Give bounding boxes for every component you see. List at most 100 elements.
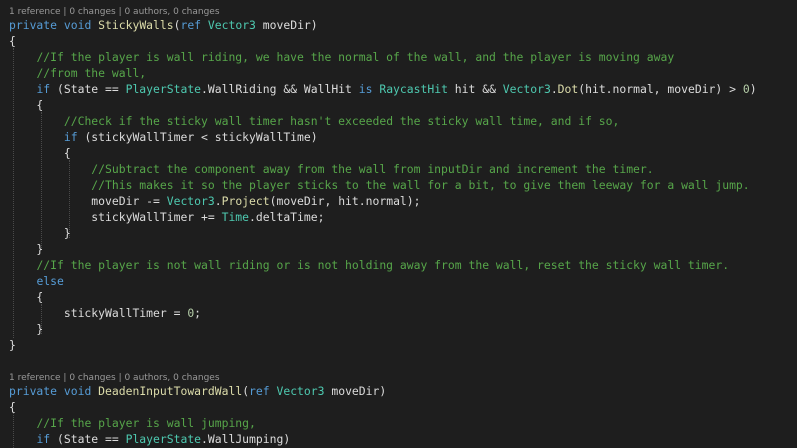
code-line: if (State == PlayerState.WallJumping)	[0, 431, 797, 447]
code-text: stickyWallTimer +=	[9, 210, 222, 224]
code-line: //from the wall,	[0, 65, 797, 81]
code-line: moveDir -= Vector3.Project(moveDir, hit.…	[0, 193, 797, 209]
type-name: RaycastHit	[379, 82, 448, 96]
code-text: )	[749, 82, 757, 96]
code-text: stickyWallTimer =	[9, 306, 188, 320]
code-line: stickyWallTimer = 0;	[0, 305, 797, 321]
code-comment: //If the player is not wall riding or is…	[36, 258, 730, 272]
code-text: }	[9, 242, 44, 256]
code-text: }	[9, 322, 44, 336]
keyword-if: if	[63, 130, 78, 144]
code-comment: //Subtract the component away from the w…	[91, 162, 654, 176]
code-text: {	[9, 290, 44, 304]
code-text: moveDir)	[255, 18, 318, 32]
method-name: DeadenInputTowardWall	[98, 384, 243, 398]
code-text: (stickyWallTimer < stickyWallTime)	[77, 130, 318, 144]
code-comment: //This makes it so the player sticks to …	[91, 178, 750, 192]
code-line: }	[0, 225, 797, 241]
code-editor[interactable]: 1 reference | 0 changes | 0 authors, 0 c…	[0, 0, 797, 448]
code-comment: //If the player is wall jumping,	[36, 416, 256, 430]
code-text: ;	[194, 306, 202, 320]
keyword-private: private	[9, 18, 58, 32]
keyword-private: private	[9, 384, 58, 398]
keyword-if: if	[36, 82, 51, 96]
code-line: }	[0, 241, 797, 257]
code-line: {	[0, 97, 797, 113]
code-text: .deltaTime;	[249, 210, 325, 224]
type-name: PlayerState	[125, 82, 202, 96]
method-signature: private void StickyWalls(ref Vector3 mov…	[0, 17, 797, 33]
type-name: PlayerState	[125, 432, 202, 446]
keyword-ref: ref	[180, 18, 202, 32]
code-text: (hit.normal, moveDir) >	[578, 82, 743, 96]
keyword-if: if	[36, 432, 51, 446]
type-name: Vector3	[276, 384, 325, 398]
type-name: Vector3	[502, 82, 551, 96]
code-text: .	[214, 194, 222, 208]
code-line: else	[0, 273, 797, 289]
code-line: //If the player is not wall riding or is…	[0, 257, 797, 273]
code-line: {	[0, 33, 797, 49]
method-call: Dot	[557, 82, 579, 96]
code-line: if (stickyWallTimer < stickyWallTime)	[0, 129, 797, 145]
code-text: .	[550, 82, 558, 96]
code-line: }	[0, 321, 797, 337]
code-text: (State ==	[50, 82, 126, 96]
code-comment: //If the player is wall riding, we have …	[36, 50, 675, 64]
method-name: StickyWalls	[98, 18, 174, 32]
code-text: }	[9, 226, 71, 240]
code-text: (State ==	[50, 432, 126, 446]
code-line: //This makes it so the player sticks to …	[0, 177, 797, 193]
keyword-void: void	[63, 18, 92, 32]
type-name: Vector3	[207, 18, 256, 32]
code-text: .WallRiding && WallHit	[201, 82, 359, 96]
code-line: //Check if the sticky wall timer hasn't …	[0, 113, 797, 129]
code-text: moveDir)	[324, 384, 387, 398]
code-line: }	[0, 337, 797, 353]
code-text: {	[9, 146, 71, 160]
code-text: {	[9, 98, 44, 112]
codelens-references[interactable]: 1 reference | 0 changes | 0 authors, 0 c…	[0, 7, 797, 17]
code-text: hit &&	[447, 82, 503, 96]
code-text: (moveDir, hit.normal);	[269, 194, 421, 208]
keyword-void: void	[63, 384, 92, 398]
type-name: Time	[221, 210, 250, 224]
code-line: {	[0, 145, 797, 161]
code-text: .WallJumping)	[201, 432, 291, 446]
method-signature: private void DeadenInputTowardWall(ref V…	[0, 383, 797, 399]
type-name: Vector3	[166, 194, 215, 208]
code-text: {	[9, 400, 16, 414]
code-text: }	[9, 338, 16, 352]
keyword-else: else	[36, 274, 64, 288]
keyword-is: is	[358, 82, 373, 96]
code-comment: //from the wall,	[36, 66, 147, 80]
code-comment: //Check if the sticky wall timer hasn't …	[63, 114, 620, 128]
codelens-references[interactable]: 1 reference | 0 changes | 0 authors, 0 c…	[0, 373, 797, 383]
code-line: {	[0, 289, 797, 305]
code-line: if (State == PlayerState.WallRiding && W…	[0, 81, 797, 97]
code-line: //If the player is wall riding, we have …	[0, 49, 797, 65]
code-line: {	[0, 399, 797, 415]
keyword-ref: ref	[249, 384, 270, 398]
code-line: stickyWallTimer += Time.deltaTime;	[0, 209, 797, 225]
code-line: //If the player is wall jumping,	[0, 415, 797, 431]
code-line: //Subtract the component away from the w…	[0, 161, 797, 177]
code-text: moveDir -=	[9, 194, 167, 208]
number-literal: 0	[742, 82, 750, 96]
method-call: Project	[221, 194, 270, 208]
code-text: {	[9, 34, 16, 48]
